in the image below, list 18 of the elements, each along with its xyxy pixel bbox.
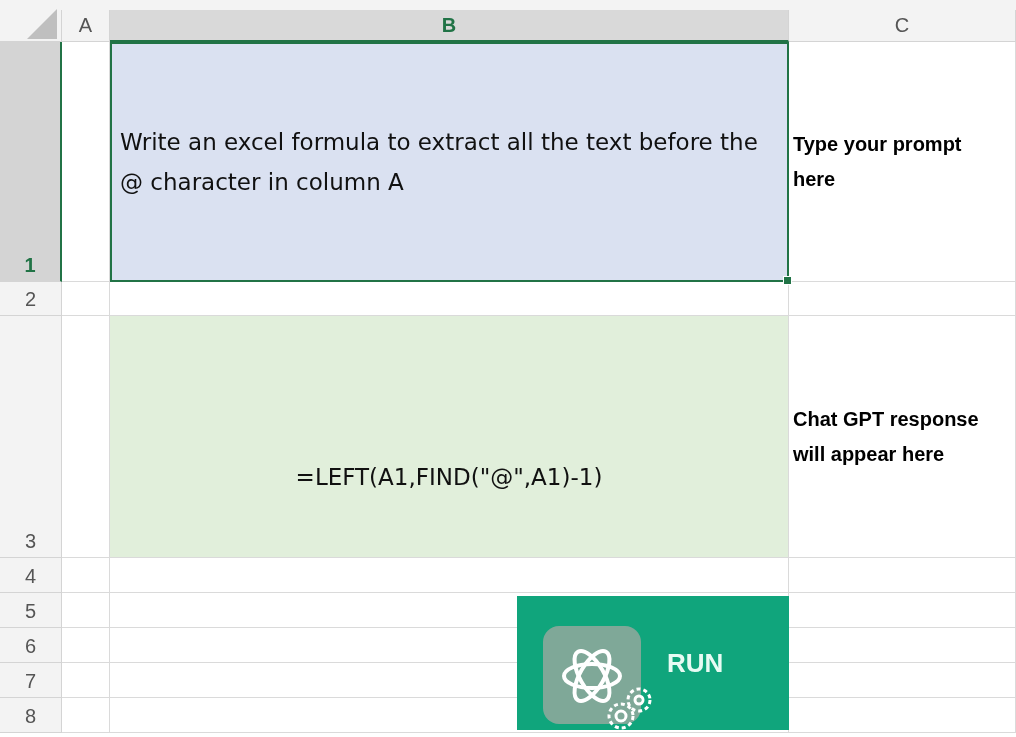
table-cell: =LEFT(A1,FIND("@",A1)-1) <box>110 316 789 558</box>
row-header[interactable]: 6 <box>0 628 62 663</box>
column-header[interactable]: C <box>789 10 1016 42</box>
table-cell: Chat GPT response will appear here <box>789 316 1016 558</box>
row-header[interactable]: 2 <box>0 282 62 316</box>
table-cell <box>62 558 110 593</box>
table-cell <box>62 593 110 628</box>
row-header[interactable]: 5 <box>0 593 62 628</box>
table-cell: Type your prompt here <box>789 42 1016 282</box>
row-header[interactable]: 8 <box>0 698 62 733</box>
row-header[interactable]: 7 <box>0 663 62 698</box>
row-header[interactable]: 1 <box>0 42 62 282</box>
table-cell: Write an excel formula to extract all the text before the @ character in column A <box>110 42 789 282</box>
row-header[interactable]: 3 <box>0 316 62 558</box>
column-header[interactable]: A <box>62 10 110 42</box>
row-header[interactable]: 4 <box>0 558 62 593</box>
column-header[interactable]: B <box>110 10 789 42</box>
table-cell <box>62 282 110 316</box>
